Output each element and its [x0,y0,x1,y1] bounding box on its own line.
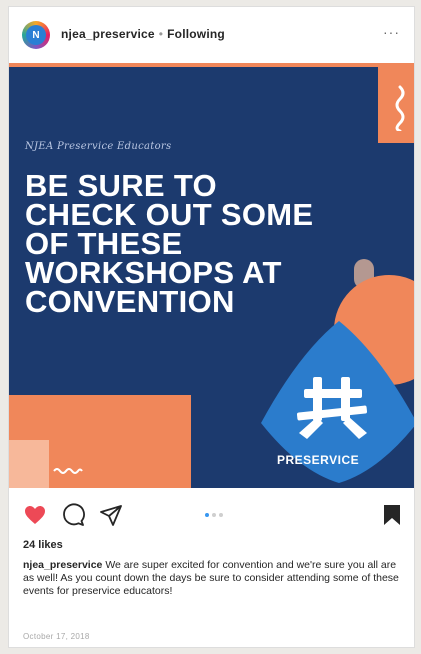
post-header: N njea_preservice • Following ··· [9,7,414,61]
instagram-post-card: N njea_preservice • Following ··· NJEA Pre… [8,6,415,648]
avatar-letter: N [26,25,46,45]
headline-line: CONVENTION [25,284,235,319]
heart-icon[interactable] [23,503,47,527]
bookmark-icon[interactable] [380,503,404,527]
post-headline: BE SURE TO CHECK OUT SOME OF THESE WORKS… [25,168,385,319]
headline-line: BE SURE TO [25,168,217,203]
avatar[interactable]: N [22,21,50,49]
carousel-indicator [205,513,223,517]
brand-text: PRESERVICE [277,453,360,467]
post-image[interactable]: NJEA Preservice Educators BE SURE TO CHE… [9,63,414,488]
corner-decoration [378,63,414,143]
wave-icon [53,468,83,474]
likes-count[interactable]: 24 likes [23,539,63,551]
headline-line: OF THESE [25,226,183,261]
carousel-dot [219,513,223,517]
action-bar [9,495,414,531]
post-subhead: NJEA Preservice Educators [25,141,172,152]
post-caption: njea_preservice We are super excited for… [23,559,407,598]
bottom-left-block [9,440,49,488]
carousel-dot-active [205,513,209,517]
username-link[interactable]: njea_preservice [61,27,155,41]
comment-icon[interactable] [61,503,85,527]
headline-line: WORKSHOPS AT [25,255,282,290]
send-icon[interactable] [99,503,123,527]
headline-line: CHECK OUT SOME [25,197,314,232]
following-button[interactable]: Following [167,27,225,41]
squiggle-icon [395,85,405,131]
header-separator: • [158,27,164,41]
header-text: njea_preservice • Following [61,27,225,41]
more-options-icon[interactable]: ··· [383,24,400,40]
caption-username[interactable]: njea_preservice [23,559,102,571]
carousel-dot [212,513,216,517]
post-date: October 17, 2018 [23,632,90,641]
top-accent-strip [9,63,414,67]
